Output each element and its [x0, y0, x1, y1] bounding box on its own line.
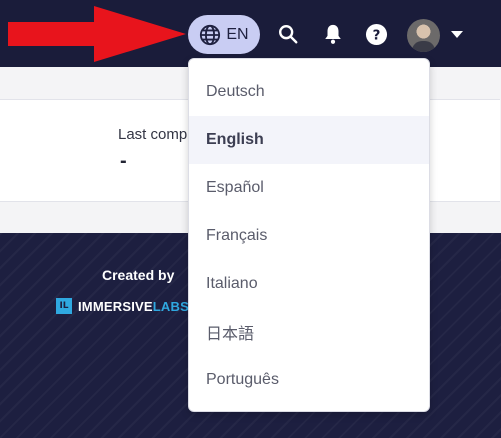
card-label: Last comp [118, 126, 188, 143]
caret-down-icon[interactable] [451, 31, 463, 38]
language-dropdown-menu: Deutsch English Español Français Italian… [188, 58, 430, 412]
logo-text: IMMERSIVELABS [78, 299, 189, 314]
created-by-label: Created by [102, 267, 175, 283]
bell-icon[interactable] [321, 22, 345, 46]
logo-text-primary: IMMERSIVE [78, 298, 153, 314]
user-avatar[interactable] [407, 19, 440, 52]
language-option-english[interactable]: English [189, 116, 429, 164]
language-selector-button[interactable]: EN [188, 15, 260, 54]
svg-text:?: ? [372, 28, 380, 43]
language-option-italiano[interactable]: Italiano [189, 260, 429, 308]
language-option-deutsch[interactable]: Deutsch [189, 68, 429, 116]
top-nav-bar: EN ? [0, 0, 501, 67]
language-option-japanese[interactable]: 日本語 [189, 308, 429, 356]
search-icon[interactable] [276, 22, 300, 46]
globe-icon [199, 24, 221, 46]
language-option-francais[interactable]: Français [189, 212, 429, 260]
logo-text-accent: LABS [152, 298, 189, 314]
immersive-labs-logo[interactable]: IL IMMERSIVELABS [56, 298, 189, 314]
language-option-espanol[interactable]: Español [189, 164, 429, 212]
card-value: - [120, 150, 127, 172]
help-icon[interactable]: ? [364, 22, 388, 46]
red-arrow-annotation [8, 6, 186, 62]
language-code: EN [226, 25, 249, 43]
logo-mark-icon: IL [56, 298, 72, 314]
language-option-portugues[interactable]: Português [189, 356, 429, 404]
